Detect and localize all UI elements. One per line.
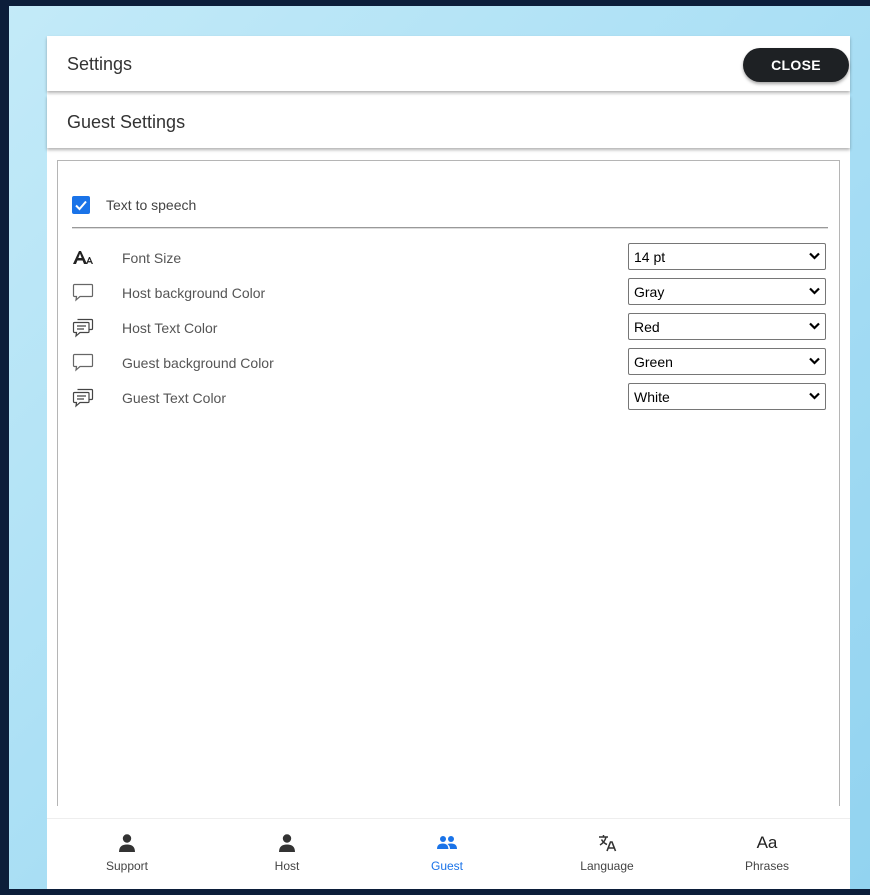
font-size-select[interactable]: 14 pt (628, 243, 826, 270)
setting-label: Guest Text Color (122, 390, 227, 406)
divider (72, 227, 828, 229)
nav-item-guest[interactable]: Guest (367, 819, 527, 890)
select-value: White (634, 389, 670, 405)
setting-row-host-background-color: Host background Color Gray (72, 278, 828, 308)
chevron-down-icon (809, 357, 820, 365)
nav-item-language[interactable]: Language (527, 819, 687, 890)
select-value: Red (634, 319, 660, 335)
nav-label: Guest (430, 859, 463, 873)
chat-text-icon (72, 318, 94, 338)
select-value: Green (634, 354, 673, 370)
text-to-speech-label: Text to speech (106, 197, 197, 213)
chevron-down-icon (809, 322, 820, 330)
chevron-down-icon (809, 287, 820, 295)
person-icon (47, 831, 207, 855)
section-title: Guest Settings (67, 112, 186, 132)
text-aa-icon: Aa (756, 833, 778, 852)
guest-text-color-select[interactable]: White (628, 383, 826, 410)
host-text-color-select[interactable]: Red (628, 313, 826, 340)
chevron-down-icon (809, 392, 820, 400)
section-header: Guest Settings (47, 95, 850, 148)
select-value: Gray (634, 284, 665, 300)
content-border-edge (57, 800, 58, 806)
select-value: 14 pt (634, 249, 666, 265)
setting-label: Font Size (122, 250, 182, 266)
nav-item-host[interactable]: Host (207, 819, 367, 890)
nav-item-support[interactable]: Support (47, 819, 207, 890)
font-size-icon (72, 248, 94, 268)
chevron-down-icon (809, 252, 820, 260)
checkmark-icon (75, 200, 87, 211)
settings-dialog: Settings CLOSE Guest Settings Text to sp… (47, 36, 850, 889)
content-border-edge (839, 800, 840, 806)
speech-bubble-icon (72, 283, 94, 303)
speech-bubble-icon (72, 353, 94, 373)
translate-icon (527, 831, 687, 855)
setting-label: Host Text Color (122, 320, 218, 336)
text-to-speech-row: Text to speech (72, 195, 196, 215)
setting-label: Host background Color (122, 285, 266, 301)
person-icon (207, 831, 367, 855)
nav-label: Support (105, 859, 149, 873)
host-background-color-select[interactable]: Gray (628, 278, 826, 305)
nav-item-phrases[interactable]: Aa Phrases (687, 819, 847, 890)
dialog-title: Settings (67, 54, 133, 74)
setting-row-host-text-color: Host Text Color Red (72, 313, 828, 343)
guest-background-color-select[interactable]: Green (628, 348, 826, 375)
text-to-speech-checkbox[interactable] (72, 196, 90, 214)
chat-text-icon (72, 388, 94, 408)
settings-content: Text to speech Font Size 14 pt Host back… (57, 160, 840, 801)
close-button[interactable]: CLOSE (743, 48, 849, 82)
nav-label: Host (274, 859, 300, 873)
nav-label: Phrases (744, 859, 790, 873)
people-icon (367, 831, 527, 855)
setting-row-guest-background-color: Guest background Color Green (72, 348, 828, 378)
dialog-header: Settings CLOSE (47, 36, 850, 91)
bottom-navigation: Support Host Guest Language Aa Phrases (47, 818, 850, 890)
setting-row-font-size: Font Size 14 pt (72, 243, 828, 273)
nav-label: Language (580, 859, 634, 873)
setting-row-guest-text-color: Guest Text Color White (72, 383, 828, 413)
setting-label: Guest background Color (122, 355, 274, 371)
